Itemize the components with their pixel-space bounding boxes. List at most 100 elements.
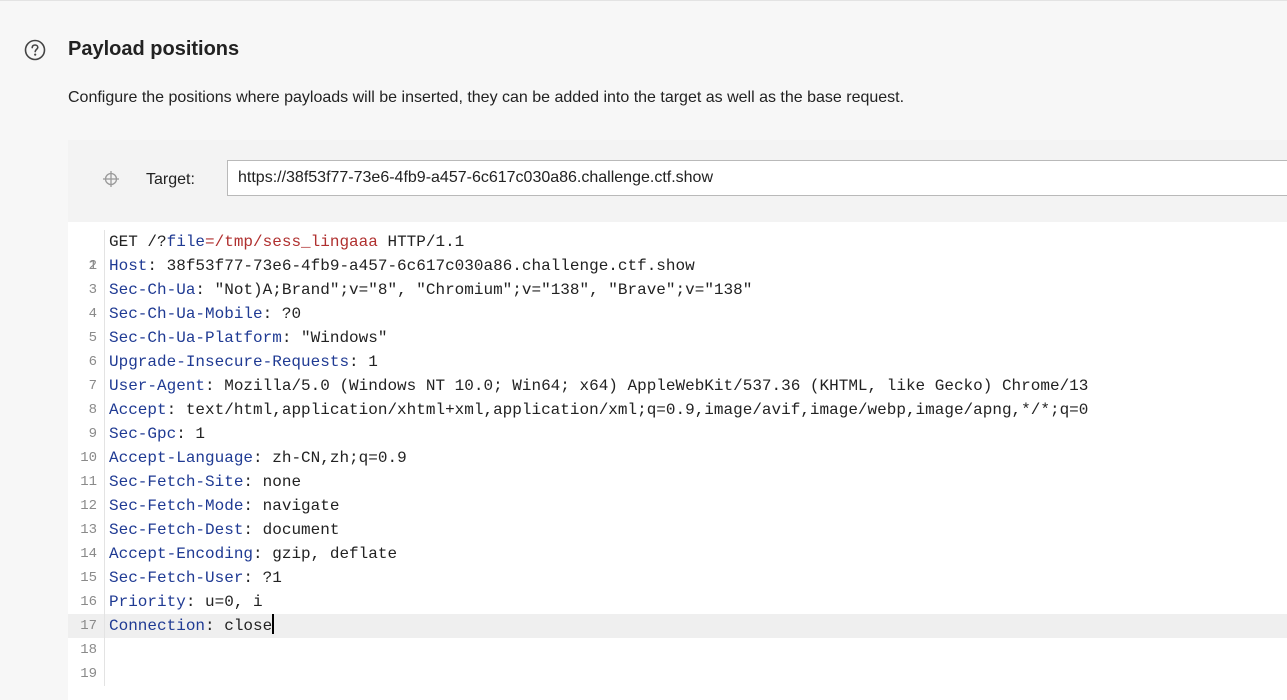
target-url-input[interactable] — [227, 160, 1287, 196]
header-name: Accept-Language — [109, 449, 254, 467]
header-name: Upgrade-Insecure-Requests — [109, 353, 350, 371]
gutter-border — [104, 542, 105, 566]
gutter-border — [104, 614, 105, 638]
line-number: 8 — [88, 402, 97, 418]
request-line[interactable]: 1 GET /?file=/tmp/sess_lingaaa HTTP/1.1 — [68, 230, 1287, 274]
header-value: ?0 — [272, 305, 302, 323]
gutter-border — [104, 494, 105, 518]
section-title: Payload positions — [68, 38, 240, 60]
header-separator: : — [349, 353, 359, 371]
gutter-border — [104, 230, 105, 254]
gutter-border — [104, 662, 105, 686]
header-separator: : — [205, 617, 215, 635]
header-value: text/html,application/xhtml+xml,applicat… — [176, 401, 1089, 419]
gutter-border — [104, 254, 105, 278]
request-editor[interactable]: 1 GET /?file=/tmp/sess_lingaaa HTTP/1.1 … — [68, 222, 1287, 700]
header-line[interactable]: 9 Sec-Gpc: 1 — [68, 422, 1287, 446]
line-number: 5 — [88, 330, 97, 346]
line-content: User-Agent: Mozilla/5.0 (Windows NT 10.0… — [109, 374, 1088, 398]
gutter-border — [104, 446, 105, 470]
header-line[interactable]: 6 Upgrade-Insecure-Requests: 1 — [68, 350, 1287, 374]
header-line[interactable]: 11 Sec-Fetch-Site: none — [68, 470, 1287, 494]
line-content: Accept-Language: zh-CN,zh;q=0.9 — [109, 446, 407, 470]
help-circle-icon[interactable] — [24, 39, 46, 61]
gutter-border — [104, 326, 105, 350]
line-number: 13 — [80, 522, 97, 538]
gutter-border — [104, 590, 105, 614]
line-content: Upgrade-Insecure-Requests: 1 — [109, 350, 378, 374]
line-number: 2 — [88, 258, 97, 274]
header-value: close — [214, 617, 273, 635]
request-method: GET /? — [109, 233, 167, 251]
top-divider — [0, 0, 1287, 1]
header-name: Sec-Ch-Ua-Platform — [109, 329, 282, 347]
gutter-border — [104, 422, 105, 446]
section-description: Configure the positions where payloads w… — [68, 89, 905, 106]
line-number: 4 — [88, 306, 97, 322]
line-number: 16 — [80, 594, 97, 610]
header-line[interactable]: 17 Connection: close — [68, 614, 1287, 638]
line-content: Sec-Fetch-User: ?1 — [109, 566, 282, 590]
line-number: 19 — [80, 666, 97, 682]
param-value: /tmp/sess_lingaaa — [214, 233, 378, 251]
line-number: 6 — [88, 354, 97, 370]
line-number: 15 — [80, 570, 97, 586]
line-content: Sec-Ch-Ua-Mobile: ?0 — [109, 302, 301, 326]
crosshair-icon[interactable] — [102, 170, 120, 188]
line-number: 14 — [80, 546, 97, 562]
gutter-border — [104, 638, 105, 662]
header-value: 38f53f77-73e6-4fb9-a457-6c617c030a86.cha… — [157, 257, 695, 275]
header-line[interactable]: 16 Priority: u=0, i — [68, 590, 1287, 614]
header-separator: : — [281, 329, 292, 347]
empty-line[interactable]: 18 — [68, 638, 1287, 662]
header-name: User-Agent — [109, 377, 206, 395]
header-value: u=0, i — [195, 593, 263, 611]
gutter-border — [104, 374, 105, 398]
line-content: Sec-Fetch-Dest: document — [109, 518, 339, 542]
header-line[interactable]: 4 Sec-Ch-Ua-Mobile: ?0 — [68, 302, 1287, 326]
text-cursor — [272, 614, 275, 634]
header-separator: : — [253, 545, 263, 563]
empty-line[interactable]: 19 — [68, 662, 1287, 686]
line-content: Priority: u=0, i — [109, 590, 263, 614]
header-name: Sec-Fetch-Site — [109, 473, 244, 491]
header-value: document — [253, 521, 340, 539]
header-separator: : — [243, 497, 254, 515]
param-name: file — [166, 233, 206, 251]
gutter-border — [104, 278, 105, 302]
header-line[interactable]: 7 User-Agent: Mozilla/5.0 (Windows NT 10.… — [68, 374, 1287, 398]
gutter-border — [104, 398, 105, 422]
gutter-border — [104, 566, 105, 590]
header-line[interactable]: 12 Sec-Fetch-Mode: navigate — [68, 494, 1287, 518]
header-line[interactable]: 2 Host: 38f53f77-73e6-4fb9-a457-6c617c030… — [68, 254, 1287, 278]
header-line[interactable]: 13 Sec-Fetch-Dest: document — [68, 518, 1287, 542]
header-line[interactable]: 3 Sec-Ch-Ua: "Not)A;Brand";v="8", "Chromi… — [68, 278, 1287, 302]
header-separator: : — [262, 305, 273, 323]
header-value: "Not)A;Brand";v="8", "Chromium";v="138",… — [205, 281, 753, 299]
header-line[interactable]: 10 Accept-Language: zh-CN,zh;q=0.9 — [68, 446, 1287, 470]
header-value: 1 — [185, 425, 206, 443]
header-separator: : — [195, 281, 206, 299]
gutter-border — [104, 302, 105, 326]
header-value: 1 — [358, 353, 378, 371]
header-line[interactable]: 14 Accept-Encoding: gzip, deflate — [68, 542, 1287, 566]
line-number: 10 — [80, 450, 97, 466]
header-line[interactable]: 8 Accept: text/html,application/xhtml+xml… — [68, 398, 1287, 422]
header-name: Sec-Fetch-Mode — [109, 497, 244, 515]
line-content: Accept-Encoding: gzip, deflate — [109, 542, 397, 566]
header-name: Connection — [109, 617, 206, 635]
request-protocol: HTTP/1.1 — [377, 233, 465, 251]
header-line[interactable]: 5 Sec-Ch-Ua-Platform: "Windows" — [68, 326, 1287, 350]
header-line[interactable]: 15 Sec-Fetch-User: ?1 — [68, 566, 1287, 590]
header-name: Priority — [109, 593, 186, 611]
header-separator: : — [243, 521, 254, 539]
header-separator: : — [253, 449, 263, 467]
target-row: Target: — [68, 140, 1287, 222]
header-separator: : — [176, 425, 186, 443]
line-content: Sec-Fetch-Site: none — [109, 470, 301, 494]
header-value: Mozilla/5.0 (Windows NT 10.0; Win64; x64… — [214, 377, 1089, 395]
line-number: 3 — [88, 282, 97, 298]
line-content: Sec-Ch-Ua-Platform: "Windows" — [109, 326, 387, 350]
header-separator: : — [147, 257, 158, 275]
line-number: 9 — [88, 426, 97, 442]
